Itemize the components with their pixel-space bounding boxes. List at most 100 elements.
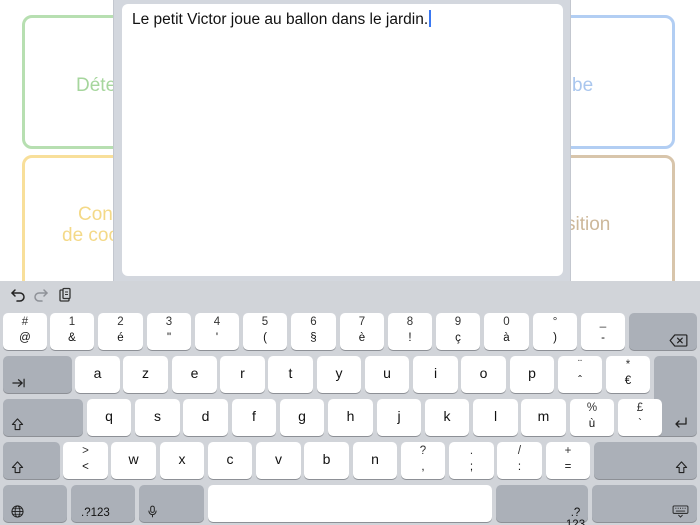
key-label: t [288, 365, 293, 381]
key-label: j [397, 408, 401, 424]
key-bottom-label: & [68, 332, 76, 344]
key-label: m [537, 408, 550, 424]
paste-icon[interactable] [57, 287, 73, 303]
key-4[interactable]: 4 ' [195, 313, 239, 350]
key-v[interactable]: v [256, 442, 301, 479]
microphone-icon [148, 505, 157, 518]
key-q[interactable]: q [87, 399, 131, 436]
key-hash-at[interactable]: # @ [3, 313, 47, 350]
key-bottom-label: ù [588, 418, 596, 430]
key-t[interactable]: t [268, 356, 313, 393]
key-bottom-label: " [166, 332, 172, 344]
key-bottom-label: @ [19, 332, 31, 344]
dictation-key[interactable] [139, 485, 204, 522]
redo-icon[interactable] [33, 287, 49, 303]
key-d[interactable]: d [183, 399, 228, 436]
shift-right-key[interactable] [594, 442, 697, 479]
key-o[interactable]: o [461, 356, 506, 393]
key-diaeresis[interactable]: ¨ ˆ [558, 356, 602, 393]
keyboard-dismiss-key[interactable] [592, 485, 697, 522]
key-bottom-label: = [564, 461, 572, 473]
key-degree[interactable]: °) [533, 313, 577, 350]
key-5[interactable]: 5( [243, 313, 287, 350]
key-m[interactable]: m [521, 399, 566, 436]
key-top-label: 2 [117, 316, 124, 328]
key-question-comma[interactable]: ?, [401, 442, 445, 479]
key-plus-equals[interactable]: + = [546, 442, 590, 479]
key-top-label: / [517, 445, 522, 457]
key-label: e [190, 365, 199, 381]
key-l[interactable]: l [473, 399, 518, 436]
key-label: r [240, 365, 245, 381]
numbers-key-label: .?123 [81, 507, 110, 519]
key-i[interactable]: i [413, 356, 458, 393]
key-x[interactable]: x [160, 442, 204, 479]
key-slash-colon[interactable]: /: [497, 442, 542, 479]
key-bottom-label: ' [215, 332, 219, 344]
key-8[interactable]: 8! [388, 313, 432, 350]
key-b[interactable]: b [304, 442, 349, 479]
key-top-label: £ [636, 402, 644, 414]
key-f[interactable]: f [232, 399, 276, 436]
key-s[interactable]: s [135, 399, 180, 436]
key-n[interactable]: n [353, 442, 397, 479]
key-a[interactable]: a [75, 356, 120, 393]
keyboard: # @ 1 & 2é 3 " 4 ' 5( 6 § 7è 8! 9ç 0à °) _ - a… [0, 281, 700, 525]
key-3[interactable]: 3 " [147, 313, 191, 350]
key-1[interactable]: 1 & [50, 313, 94, 350]
key-pound[interactable]: £ ` [618, 399, 662, 436]
key-u[interactable]: u [365, 356, 409, 393]
key-top-label: 4 [213, 316, 221, 328]
key-bottom-label: ; [469, 461, 474, 473]
key-h[interactable]: h [328, 399, 373, 436]
key-label: n [371, 451, 379, 467]
key-7[interactable]: 7è [340, 313, 384, 350]
key-label: u [383, 365, 391, 381]
delete-icon [669, 334, 688, 347]
tab-key[interactable] [3, 356, 72, 393]
key-0[interactable]: 0à [484, 313, 529, 350]
key-top-label: ° [552, 316, 558, 328]
delete-key[interactable] [629, 313, 697, 350]
numbers-key-right[interactable]: .?123 [496, 485, 588, 525]
key-bottom-label: ç [455, 332, 461, 344]
key-e[interactable]: e [172, 356, 217, 393]
text-editor[interactable]: Le petit Victor joue au ballon dans le j… [122, 4, 563, 276]
key-9[interactable]: 9ç [436, 313, 480, 350]
key-p[interactable]: p [510, 356, 554, 393]
key-k[interactable]: k [425, 399, 469, 436]
key-greater-less[interactable]: > < [63, 442, 108, 479]
key-underscore[interactable]: _ - [581, 313, 625, 350]
key-j[interactable]: j [377, 399, 421, 436]
key-label: v [275, 451, 282, 467]
key-top-label: _ [599, 316, 607, 328]
undo-icon[interactable] [10, 287, 26, 303]
key-percent[interactable]: % ù [570, 399, 614, 436]
key-bottom-label: , [421, 461, 425, 473]
caps-lock-key[interactable] [3, 399, 83, 436]
globe-icon [11, 505, 24, 518]
key-z[interactable]: z [123, 356, 168, 393]
key-label: x [178, 451, 186, 467]
numbers-key-left[interactable]: .?123 [71, 485, 135, 522]
globe-key[interactable] [3, 485, 67, 522]
key-c[interactable]: c [208, 442, 252, 479]
key-g[interactable]: g [280, 399, 324, 436]
key-bottom-label: é [117, 332, 124, 344]
key-label: y [335, 365, 343, 381]
key-w[interactable]: w [111, 442, 156, 479]
key-asterisk[interactable]: * € [606, 356, 650, 393]
key-label: w [128, 451, 139, 467]
key-label: d [201, 408, 210, 424]
key-y[interactable]: y [317, 356, 361, 393]
editor-sheet: Le petit Victor joue au ballon dans le j… [113, 0, 571, 282]
key-label: h [346, 408, 355, 424]
space-bar[interactable] [208, 485, 492, 522]
shift-left-key[interactable] [3, 442, 60, 479]
key-6[interactable]: 6 § [291, 313, 336, 350]
key-r[interactable]: r [220, 356, 265, 393]
key-label: k [443, 408, 451, 424]
editor-text-line: Le petit Victor joue au ballon dans le j… [132, 10, 432, 29]
key-period-semicolon[interactable]: .; [449, 442, 494, 479]
key-2[interactable]: 2é [98, 313, 143, 350]
